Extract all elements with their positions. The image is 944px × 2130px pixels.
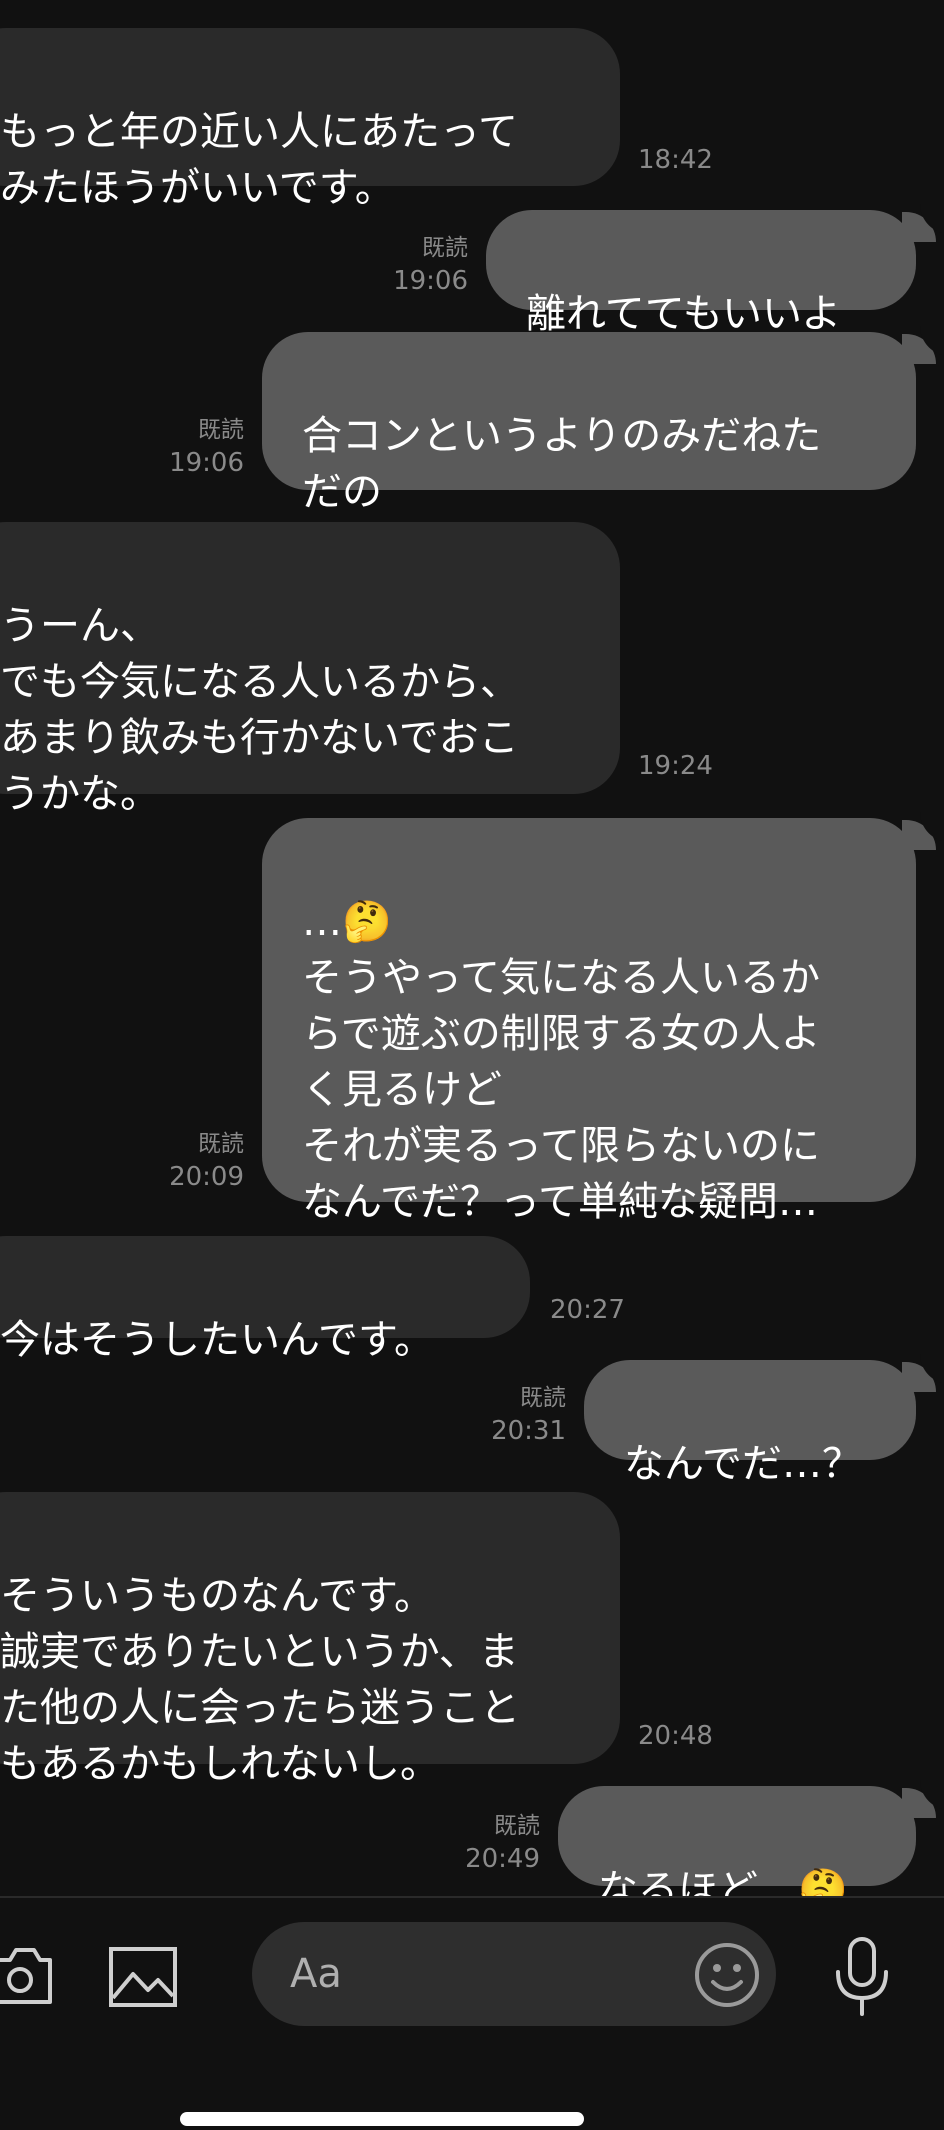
bubble-tail bbox=[902, 1780, 944, 1818]
message-time: 20:09 bbox=[169, 1162, 244, 1192]
message-time: 20:48 bbox=[638, 1721, 713, 1751]
bubble-tail bbox=[902, 1354, 944, 1392]
bubble-tail bbox=[902, 812, 944, 850]
read-receipt: 既読 bbox=[422, 235, 468, 261]
read-receipt: 既読 bbox=[198, 1131, 244, 1157]
message-meta: 既読 19:06 bbox=[380, 232, 468, 298]
message-text: 合コンというよりのみだねた だの bbox=[302, 413, 822, 515]
home-indicator bbox=[180, 2112, 584, 2126]
message-text: そういうものなんです。 誠実でありたいというか、ま た他の人に会ったら迷うこと … bbox=[0, 1573, 520, 1787]
message-text: …🤔 そうやって気になる人いるか らで遊ぶの制限する女の人よ く見るけど それが… bbox=[302, 899, 821, 1225]
message-time: 19:06 bbox=[169, 448, 244, 478]
message-time: 18:42 bbox=[638, 145, 713, 175]
message-meta: 既読 20:09 bbox=[156, 1128, 244, 1194]
message-text: なんでだ…？ bbox=[624, 1441, 862, 1487]
message-time: 19:24 bbox=[638, 751, 713, 781]
message-time: 20:31 bbox=[491, 1416, 566, 1446]
message-composer-bar: Aa bbox=[0, 1896, 944, 2130]
message-meta: 既読 19:06 bbox=[156, 414, 244, 480]
image-icon[interactable] bbox=[108, 1946, 178, 2012]
message-time: 19:06 bbox=[393, 266, 468, 296]
microphone-icon[interactable] bbox=[832, 1936, 892, 2022]
read-receipt: 既読 bbox=[198, 417, 244, 443]
bubble-tail bbox=[902, 204, 944, 242]
read-receipt: 既読 bbox=[494, 1813, 540, 1839]
message-text: 離れててもいいよ bbox=[526, 291, 842, 337]
message-text: 今はそうしたいんです。 bbox=[0, 1317, 434, 1363]
read-receipt: 既読 bbox=[520, 1385, 566, 1411]
message-time: 20:49 bbox=[465, 1844, 540, 1874]
message-meta: 既読 20:49 bbox=[452, 1810, 540, 1876]
camera-icon[interactable] bbox=[0, 1946, 56, 2010]
bubble-tail bbox=[902, 326, 944, 364]
message-text: もっと年の近い人にあたって みたほうがいいです。 bbox=[0, 109, 518, 211]
message-input-placeholder: Aa bbox=[290, 1951, 342, 1997]
message-input[interactable]: Aa bbox=[252, 1922, 776, 2026]
emoji-icon[interactable] bbox=[694, 1942, 760, 2012]
chat-area[interactable]: もっと年の近い人にあたって みたほうがいいです。 18:42 既読 19:06 … bbox=[0, 0, 944, 1896]
message-text: なるほど…🤔 bbox=[598, 1867, 848, 1896]
message-text: うーん、 でも今気になる人いるから、 あまり飲みも行かないでおこ うかな。 bbox=[0, 603, 520, 817]
message-time: 20:27 bbox=[550, 1295, 625, 1325]
message-meta: 既読 20:31 bbox=[478, 1382, 566, 1448]
